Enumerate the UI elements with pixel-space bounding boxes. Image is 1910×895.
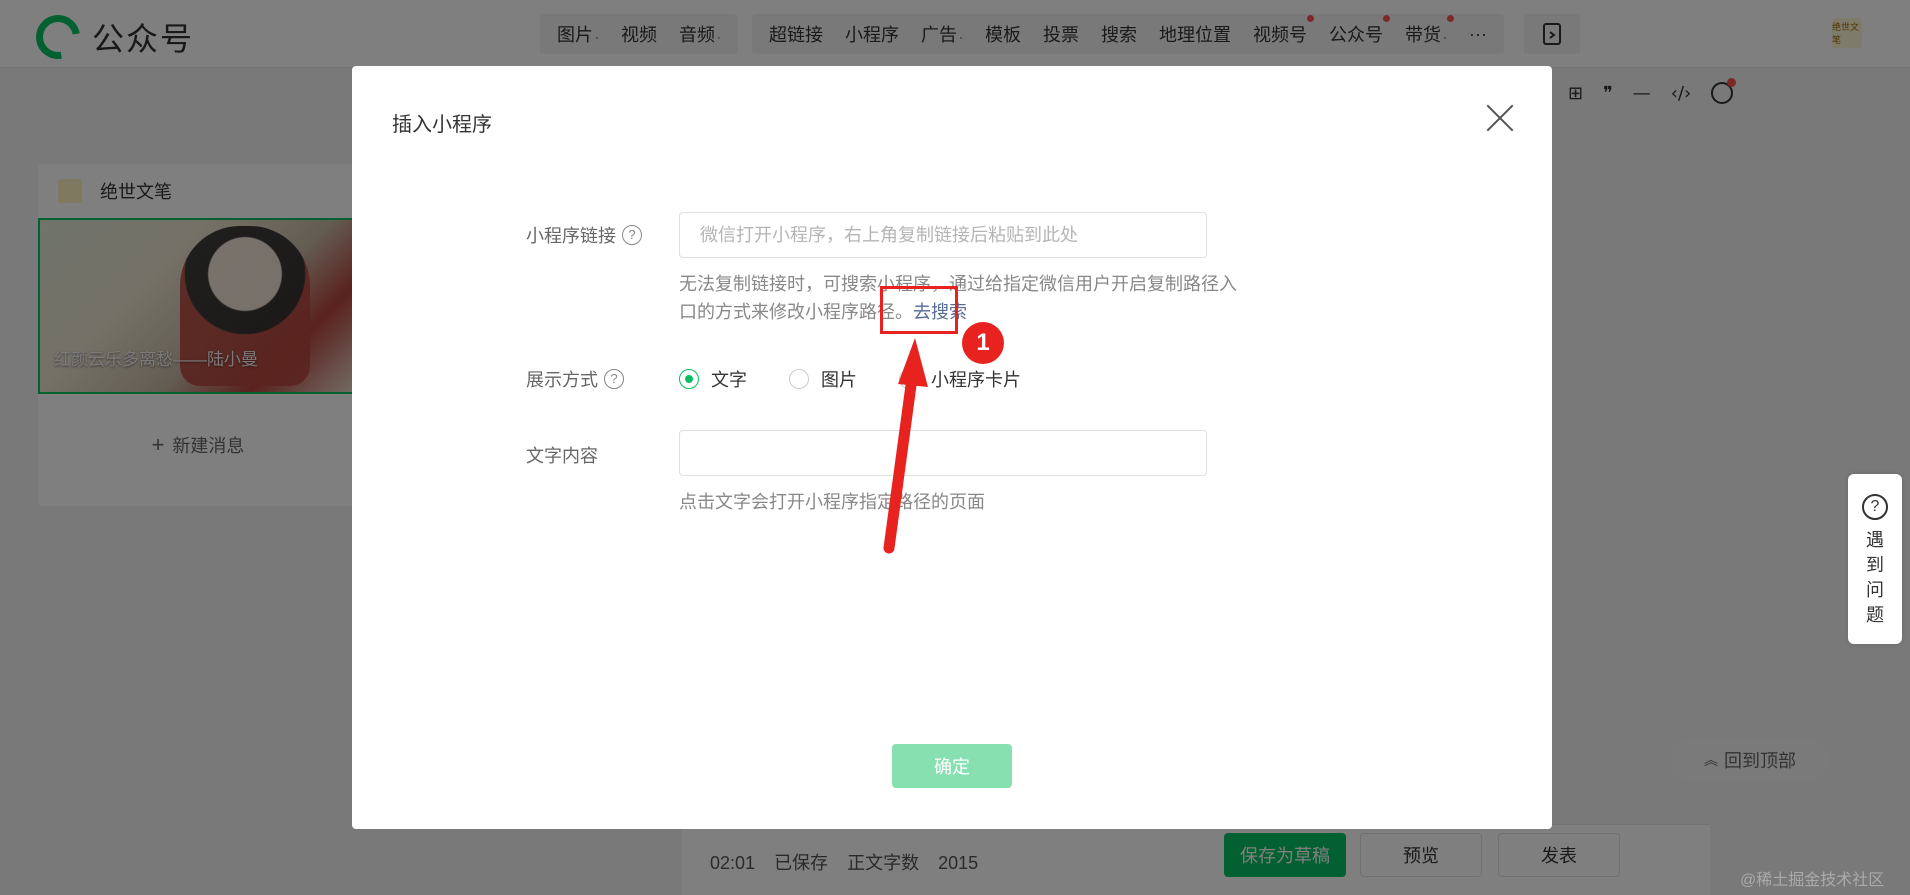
link-label: 小程序链接 bbox=[526, 226, 616, 246]
help-icon[interactable]: ? bbox=[622, 225, 642, 245]
radio-button-checked[interactable] bbox=[679, 369, 699, 389]
radio-label: 文字 bbox=[711, 370, 747, 390]
close-icon[interactable] bbox=[1486, 104, 1514, 132]
radio-card[interactable]: 小程序卡片 bbox=[899, 366, 1021, 392]
help-label: 遇到问题 bbox=[1866, 530, 1884, 625]
text-content-input[interactable] bbox=[679, 430, 1207, 476]
radio-label: 小程序卡片 bbox=[931, 370, 1021, 390]
confirm-button[interactable]: 确定 bbox=[892, 744, 1012, 788]
question-icon: ? bbox=[1862, 494, 1888, 520]
radio-label: 图片 bbox=[821, 370, 857, 390]
link-label-row: 小程序链接 ? bbox=[526, 222, 642, 248]
watermark: @稀土掘金技术社区 bbox=[1740, 872, 1885, 889]
display-label: 展示方式 bbox=[526, 370, 598, 390]
insert-miniprogram-dialog: 插入小程序 小程序链接 ? 无法复制链接时，可搜索小程序，通过给指定微信用户开启… bbox=[352, 66, 1552, 829]
help-icon[interactable]: ? bbox=[604, 369, 624, 389]
text-label-row: 文字内容 bbox=[526, 442, 598, 468]
radio-button[interactable] bbox=[789, 369, 809, 389]
annotation-step-number: 1 bbox=[962, 322, 1004, 364]
dialog-title: 插入小程序 bbox=[392, 114, 492, 136]
radio-image[interactable]: 图片 bbox=[789, 366, 857, 392]
help-tab[interactable]: ? 遇到问题 bbox=[1848, 474, 1902, 644]
miniprogram-link-input[interactable] bbox=[679, 212, 1207, 258]
text-content-hint: 点击文字会打开小程序指定路径的页面 bbox=[679, 492, 985, 512]
radio-text[interactable]: 文字 bbox=[679, 366, 747, 392]
display-label-row: 展示方式 ? bbox=[526, 366, 624, 392]
display-mode-radio-group: 文字 图片 小程序卡片 bbox=[679, 366, 1063, 392]
radio-button[interactable] bbox=[899, 369, 919, 389]
text-content-label: 文字内容 bbox=[526, 446, 598, 466]
annotation-highlight-box bbox=[880, 286, 958, 334]
link-tip: 无法复制链接时，可搜索小程序，通过给指定微信用户开启复制路径入口的方式来修改小程… bbox=[679, 270, 1239, 326]
